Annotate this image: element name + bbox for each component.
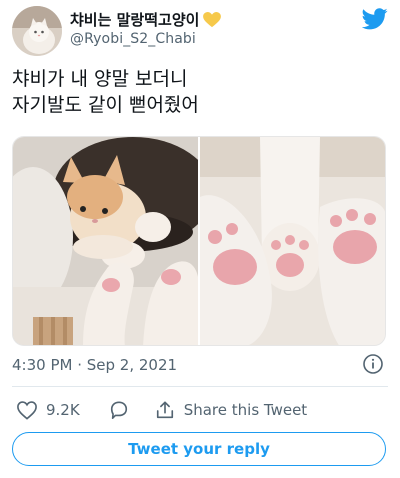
media-photo-paws[interactable]: [200, 137, 385, 345]
media-photo-cat[interactable]: [13, 137, 198, 345]
tweet-header: 챠비는 말랑떡고양이 @Ryobi_S2_Chabi: [0, 0, 400, 60]
tweet-text-line-1: 챠비가 내 양말 보더니: [12, 68, 188, 90]
reply-bubble-icon: [110, 401, 127, 419]
paws-photo-image: [200, 137, 385, 345]
cat-photo-image: [13, 137, 198, 345]
share-button[interactable]: Share this Tweet: [154, 400, 307, 420]
reply-icon-button[interactable]: [108, 400, 130, 420]
share-icon: [156, 401, 173, 419]
heart-icon: [17, 401, 37, 420]
author-handle[interactable]: @Ryobi_S2_Chabi: [70, 31, 196, 47]
share-label: Share this Tweet: [183, 401, 308, 419]
author-name-line: 챠비는 말랑떡고양이: [70, 9, 222, 30]
tweet-timestamp[interactable]: 4:30 PM · Sep 2, 2021: [12, 356, 177, 374]
tweet-reply-button[interactable]: Tweet your reply: [12, 432, 386, 466]
yellow-heart-icon: [203, 11, 222, 27]
twitter-bird-icon[interactable]: [362, 8, 388, 30]
info-icon[interactable]: [362, 353, 384, 375]
tweet-media: [12, 136, 386, 346]
tweet-text: 챠비가 내 양말 보더니 자기발도 같이 뻗어줬어: [12, 66, 388, 118]
author-display-name[interactable]: 챠비는 말랑떡고양이: [70, 9, 199, 30]
cat-avatar-icon: [12, 6, 62, 56]
like-button[interactable]: 9.2K: [16, 400, 80, 420]
divider-top: [12, 386, 388, 387]
tweet-text-line-2: 자기발도 같이 뻗어줬어: [12, 94, 199, 116]
like-count: 9.2K: [46, 401, 80, 419]
author-avatar[interactable]: [12, 6, 62, 56]
tweet-actions: 9.2K Share this Tweet: [12, 396, 388, 424]
